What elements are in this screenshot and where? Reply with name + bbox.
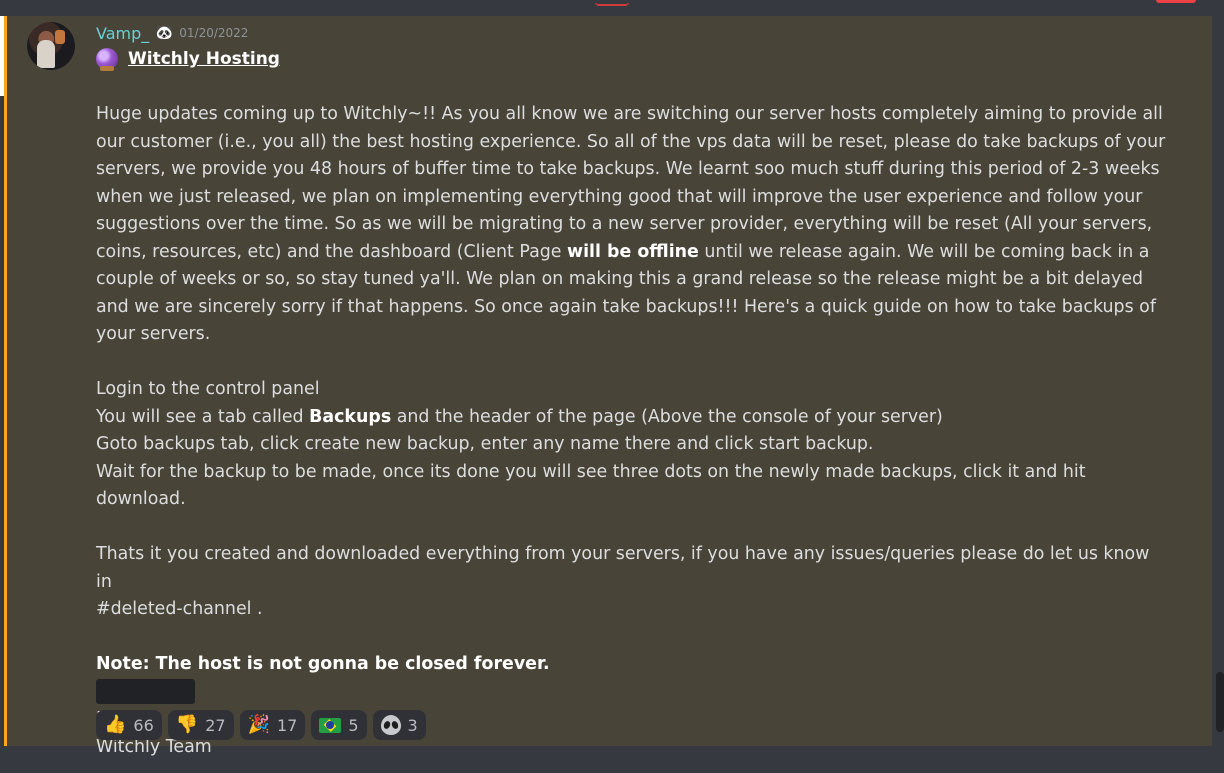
reaction-count: 3 xyxy=(407,715,418,735)
thumbs-up-icon: 👍 xyxy=(104,714,127,735)
party-popper-icon: 🎉 xyxy=(247,714,270,735)
crystal-ball-icon xyxy=(96,48,118,71)
announcement-paragraph: Huge updates coming up to Witchly~!! As … xyxy=(96,101,1166,349)
paragraph-text: Huge updates coming up to Witchly~!! As … xyxy=(96,104,1166,262)
step-3: Goto backups tab, click create new backu… xyxy=(96,434,874,454)
avatar-lamp xyxy=(55,30,65,44)
reaction-count: 66 xyxy=(133,715,154,735)
closing-paragraph: Thats it you created and downloaded ever… xyxy=(96,541,1166,624)
avatar-figure xyxy=(37,40,55,68)
channel-mention[interactable]: #deleted-channel xyxy=(96,599,252,619)
thumbs-down-icon: 👎 xyxy=(175,714,199,735)
reaction-count: 5 xyxy=(348,715,359,735)
reaction-thumbs-down[interactable]: 👎 27 xyxy=(167,710,234,740)
alien-icon xyxy=(380,715,401,735)
bold-text: will be offline xyxy=(567,241,699,262)
panda-icon: 🐼 xyxy=(155,25,173,41)
closing-text: Thats it you created and downloaded ever… xyxy=(96,544,1150,592)
reaction-alien[interactable]: 3 xyxy=(372,710,426,740)
title-row: Witchly Hosting xyxy=(96,48,280,71)
top-indicator xyxy=(595,0,629,6)
chat-message: Vamp_ 🐼 01/20/2022 Witchly Hosting Huge … xyxy=(4,16,1212,757)
reaction-count: 17 xyxy=(276,715,298,735)
reaction-count: 27 xyxy=(205,715,226,735)
scrollbar-thumb[interactable] xyxy=(1216,672,1224,732)
closing-end: . xyxy=(251,599,263,619)
spoiler-block[interactable] xyxy=(96,679,195,704)
message-body: Huge updates coming up to Witchly~!! As … xyxy=(96,101,1166,761)
backups-bold: Backups xyxy=(309,406,392,427)
message-header: Vamp_ 🐼 01/20/2022 xyxy=(96,22,248,44)
step-2-pre: You will see a tab called xyxy=(96,406,310,427)
step-2: You will see a tab called Backups and th… xyxy=(96,404,1166,432)
brazil-flag-icon xyxy=(319,717,342,733)
reactions-bar: 👍 66 👎 27 🎉 17 5 3 xyxy=(96,710,426,740)
message-timestamp[interactable]: 01/20/2022 xyxy=(179,26,248,40)
note-text: Note: The host is not gonna be closed fo… xyxy=(96,654,550,674)
step-4: Wait for the backup to be made, once its… xyxy=(96,461,1086,510)
reaction-thumbs-up[interactable]: 👍 66 xyxy=(96,710,162,740)
message-title: Witchly Hosting xyxy=(128,49,280,69)
author-name[interactable]: Vamp_ xyxy=(96,24,149,43)
reaction-party[interactable]: 🎉 17 xyxy=(239,710,306,740)
top-bar xyxy=(0,0,1224,16)
notification-tag[interactable] xyxy=(1156,0,1196,3)
avatar[interactable] xyxy=(27,22,75,70)
reaction-brazil-flag[interactable]: 5 xyxy=(311,710,367,740)
step-1: Login to the control panel xyxy=(96,379,320,399)
step-2-post: and the header of the page (Above the co… xyxy=(391,406,943,427)
